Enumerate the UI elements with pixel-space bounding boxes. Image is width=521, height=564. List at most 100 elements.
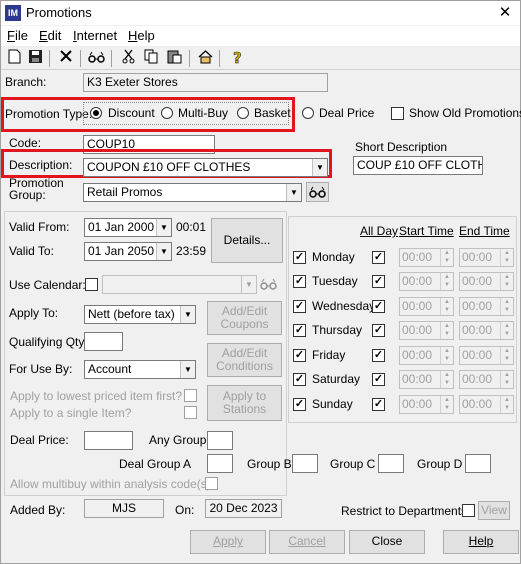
promotion-group-lookup-button[interactable]: [306, 182, 329, 202]
cancel-button[interactable]: Cancel: [269, 530, 345, 554]
end-time-value: 00:00: [462, 323, 493, 337]
for-use-by-dropdown[interactable]: Account ▼: [84, 360, 196, 379]
promotion-type-label: Promotion Type:: [5, 107, 93, 121]
close-button[interactable]: Close: [349, 530, 425, 554]
description-label: Description:: [9, 158, 73, 172]
qualifying-qty-field[interactable]: [84, 332, 123, 351]
apply-button[interactable]: Apply: [190, 530, 266, 554]
deal-group-a-field[interactable]: [207, 454, 233, 473]
deal-price-field[interactable]: [84, 431, 133, 450]
deal-group-c-field[interactable]: [378, 454, 404, 473]
valid-to-time[interactable]: 23:59: [176, 244, 206, 258]
any-group-field[interactable]: [207, 431, 233, 450]
add-edit-coupons-button[interactable]: Add/Edit Coupons: [207, 301, 282, 335]
end-time-field[interactable]: 00:00 ▲ ▼: [459, 321, 514, 340]
allow-multibuy-checkbox[interactable]: [205, 477, 218, 490]
short-description-field[interactable]: COUP £10 OFF CLOTHES: [353, 156, 483, 175]
start-time-field[interactable]: 00:00 ▲ ▼: [399, 321, 454, 340]
day-checkbox[interactable]: ✓: [293, 300, 306, 313]
promotion-group-dropdown[interactable]: Retail Promos ▼: [83, 183, 302, 202]
all-day-checkbox[interactable]: ✓: [372, 324, 385, 337]
radio-deal-price-label[interactable]: Deal Price: [319, 106, 374, 120]
all-day-checkbox[interactable]: ✓: [372, 300, 385, 313]
day-checkbox[interactable]: ✓: [293, 349, 306, 362]
help-icon[interactable]: ?: [228, 49, 247, 68]
apply-single-checkbox[interactable]: [184, 406, 197, 419]
all-day-checkbox[interactable]: ✓: [372, 349, 385, 362]
delete-icon[interactable]: [56, 49, 75, 68]
calendar-dropdown[interactable]: ▼: [102, 275, 257, 294]
radio-discount-label[interactable]: Discount: [108, 106, 155, 120]
radio-discount[interactable]: [90, 107, 102, 119]
menu-help[interactable]: Help: [128, 28, 155, 43]
end-time-field[interactable]: 00:00 ▲ ▼: [459, 346, 514, 365]
apply-to-value: Nett (before tax): [88, 307, 175, 321]
paste-icon[interactable]: [165, 49, 184, 68]
use-calendar-checkbox[interactable]: [85, 278, 98, 291]
day-checkbox[interactable]: ✓: [293, 251, 306, 264]
close-icon[interactable]: ✕: [495, 3, 515, 23]
new-icon[interactable]: [5, 49, 24, 68]
deal-price-label: Deal Price:: [10, 433, 69, 447]
glasses-icon[interactable]: [260, 278, 278, 293]
start-time-field[interactable]: 00:00 ▲ ▼: [399, 346, 454, 365]
deal-group-b-label: Group B: [247, 457, 292, 471]
radio-multi-buy-label[interactable]: Multi-Buy: [178, 106, 228, 120]
valid-from-date[interactable]: 01 Jan 2000 ▼: [84, 218, 172, 237]
glasses-icon[interactable]: [87, 49, 106, 68]
start-time-field[interactable]: 00:00 ▲ ▼: [399, 248, 454, 267]
spinner-icon: ▲ ▼: [440, 396, 453, 413]
day-checkbox[interactable]: ✓: [293, 398, 306, 411]
radio-basket-label[interactable]: Basket: [254, 106, 291, 120]
start-time-field[interactable]: 00:00 ▲ ▼: [399, 272, 454, 291]
day-checkbox[interactable]: ✓: [293, 373, 306, 386]
description-dropdown[interactable]: COUPON £10 OFF CLOTHES ▼: [83, 158, 328, 177]
day-checkbox[interactable]: ✓: [293, 324, 306, 337]
close-button-label: Close: [371, 534, 403, 549]
radio-basket[interactable]: [237, 107, 249, 119]
spinner-icon: ▲ ▼: [440, 298, 453, 315]
apply-to-dropdown[interactable]: Nett (before tax) ▼: [84, 305, 196, 324]
apply-lowest-checkbox[interactable]: [184, 389, 197, 402]
valid-to-date[interactable]: 01 Jan 2050 ▼: [84, 242, 172, 261]
valid-from-time[interactable]: 00:01: [176, 220, 206, 234]
copy-icon[interactable]: [142, 49, 161, 68]
spinner-icon: ▲ ▼: [440, 273, 453, 290]
cut-icon[interactable]: [119, 49, 138, 68]
details-button[interactable]: Details...: [211, 218, 283, 263]
menu-edit[interactable]: Edit: [39, 28, 61, 43]
deal-group-d-field[interactable]: [465, 454, 491, 473]
radio-multi-buy[interactable]: [161, 107, 173, 119]
show-old-promotions-checkbox[interactable]: [391, 107, 404, 120]
start-time-field[interactable]: 00:00 ▲ ▼: [399, 395, 454, 414]
start-time-value: 00:00: [402, 323, 433, 337]
view-button[interactable]: View: [478, 501, 510, 520]
all-day-checkbox[interactable]: ✓: [372, 275, 385, 288]
all-day-checkbox[interactable]: ✓: [372, 251, 385, 264]
end-time-field[interactable]: 00:00 ▲ ▼: [459, 370, 514, 389]
end-time-field[interactable]: 00:00 ▲ ▼: [459, 297, 514, 316]
show-old-promotions-label[interactable]: Show Old Promotions: [409, 106, 521, 120]
for-use-by-value: Account: [88, 362, 132, 376]
save-icon[interactable]: [26, 49, 45, 68]
all-day-checkbox[interactable]: ✓: [372, 398, 385, 411]
day-checkbox[interactable]: ✓: [293, 275, 306, 288]
home-icon[interactable]: [196, 49, 215, 68]
restrict-departments-checkbox[interactable]: [462, 504, 475, 517]
spinner-icon: ▲ ▼: [500, 273, 513, 290]
radio-deal-price[interactable]: [302, 107, 314, 119]
all-day-checkbox[interactable]: ✓: [372, 373, 385, 386]
end-time-field[interactable]: 00:00 ▲ ▼: [459, 395, 514, 414]
end-time-field[interactable]: 00:00 ▲ ▼: [459, 272, 514, 291]
add-edit-conditions-button[interactable]: Add/Edit Conditions: [207, 343, 282, 377]
short-description-label: Short Description: [355, 140, 448, 154]
apply-to-stations-button[interactable]: Apply to Stations: [207, 385, 282, 421]
menu-internet[interactable]: Internet: [73, 28, 117, 43]
menu-file[interactable]: File: [7, 28, 28, 43]
end-time-field[interactable]: 00:00 ▲ ▼: [459, 248, 514, 267]
help-button[interactable]: Help: [443, 530, 519, 554]
glasses-icon: [308, 186, 326, 198]
deal-group-b-field[interactable]: [292, 454, 318, 473]
start-time-field[interactable]: 00:00 ▲ ▼: [399, 370, 454, 389]
start-time-field[interactable]: 00:00 ▲ ▼: [399, 297, 454, 316]
